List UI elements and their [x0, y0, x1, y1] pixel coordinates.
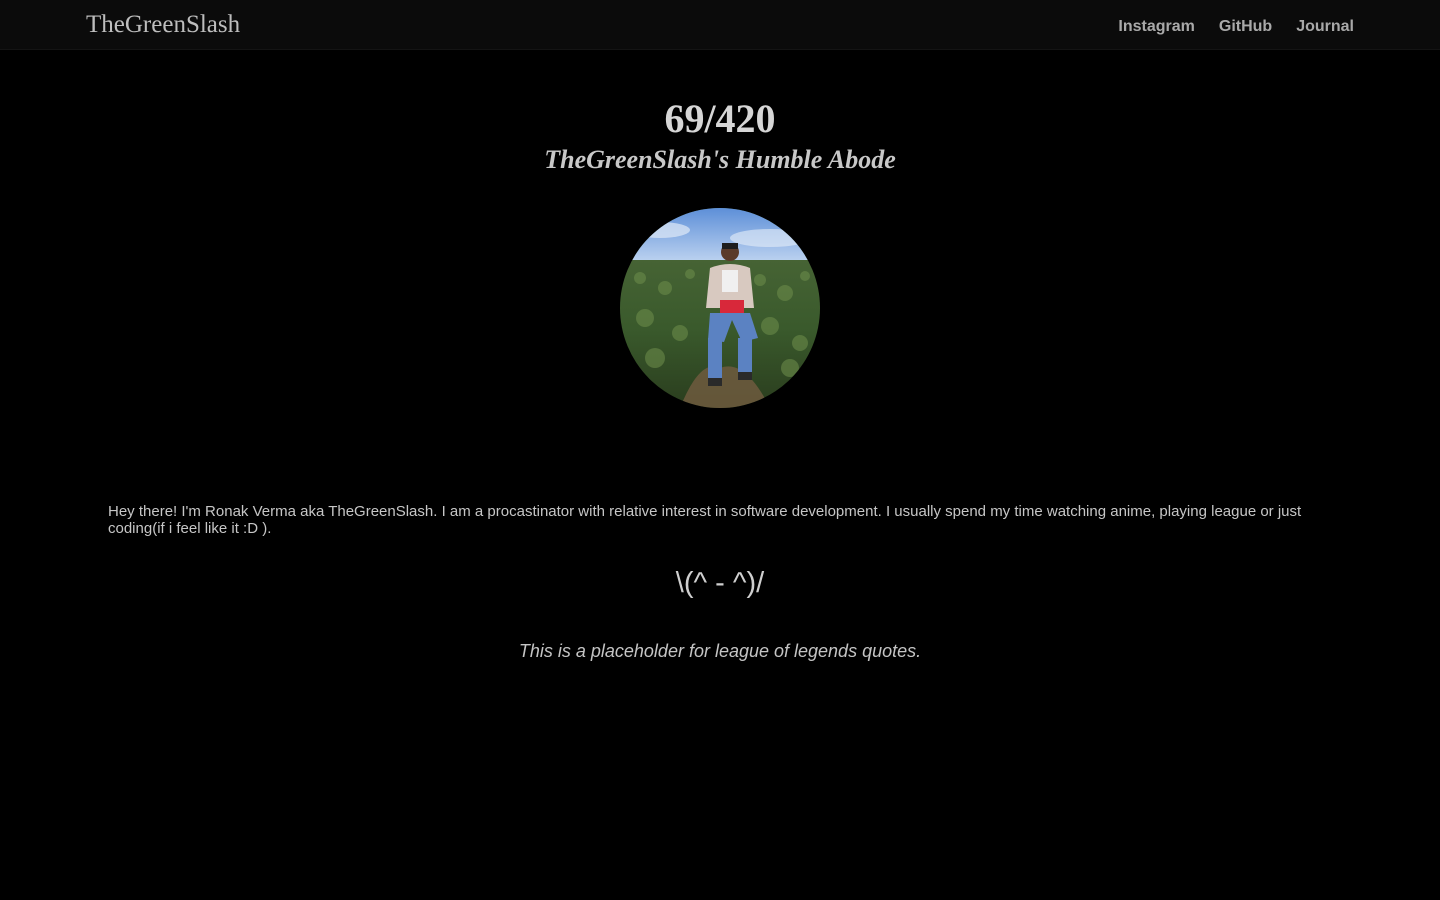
visit-counter: 69/420 — [664, 96, 776, 141]
navbar: TheGreenSlash Instagram GitHub Journal — [0, 0, 1440, 50]
nav-links: Instagram GitHub Journal — [1118, 17, 1354, 37]
brand-link[interactable]: TheGreenSlash — [86, 10, 240, 40]
profile-avatar — [620, 208, 820, 408]
nav-link-github[interactable]: GitHub — [1219, 17, 1272, 37]
avatar-photo — [620, 208, 820, 408]
bio-text: Hey there! I'm Ronak Verma aka TheGreenS… — [108, 503, 1302, 537]
kaomoji: \(^ - ^)/ — [675, 567, 765, 599]
league-quote: This is a placeholder for league of lege… — [518, 641, 922, 661]
nav-link-instagram[interactable]: Instagram — [1118, 17, 1194, 37]
page-subtitle: TheGreenSlash's Humble Abode — [544, 145, 896, 174]
nav-link-journal[interactable]: Journal — [1296, 17, 1354, 37]
